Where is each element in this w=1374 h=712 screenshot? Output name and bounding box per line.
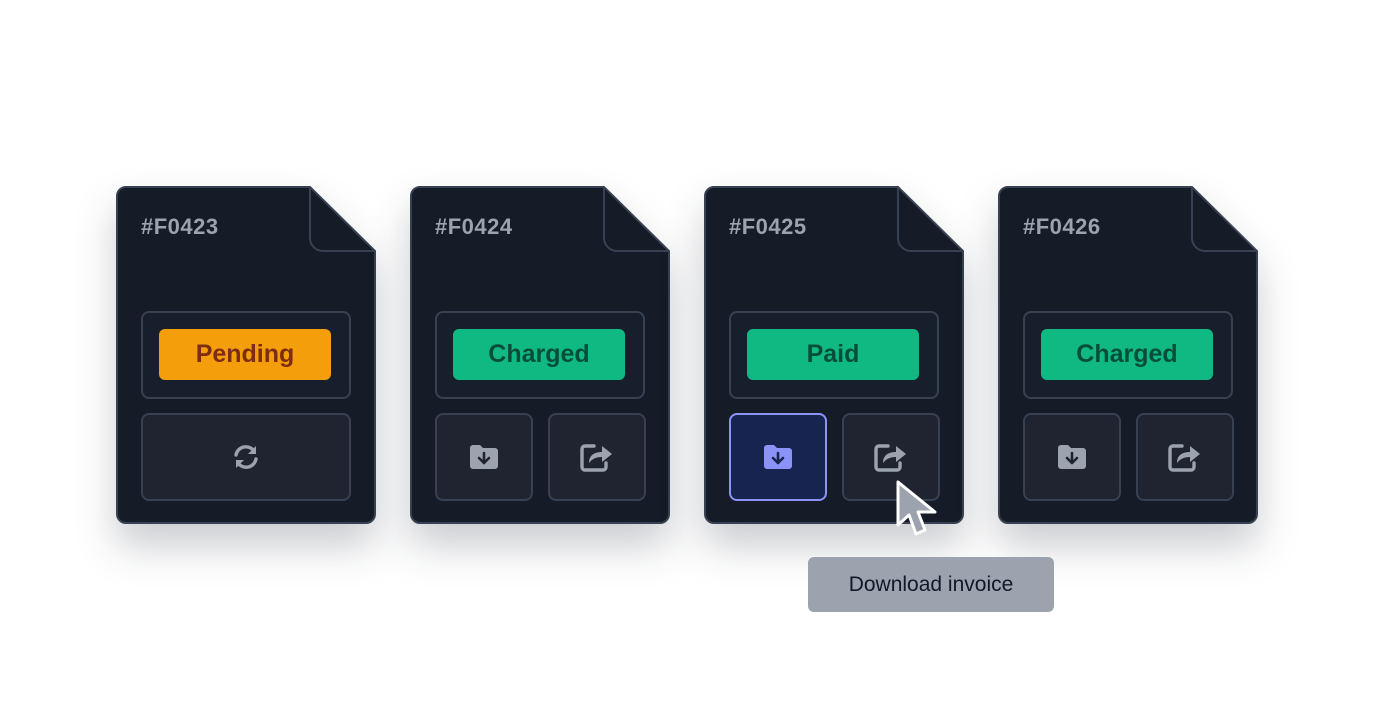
share-icon (874, 444, 906, 472)
invoice-card: #F0424 Charged (410, 186, 670, 524)
download-folder-icon (470, 445, 498, 469)
invoice-id: #F0426 (1023, 214, 1101, 239)
status-badge: Charged (1041, 329, 1213, 380)
refresh-button[interactable] (141, 413, 351, 501)
share-icon (1168, 444, 1200, 472)
status-container: Pending (141, 311, 351, 399)
download-folder-icon (1058, 445, 1086, 469)
invoice-id: #F0423 (141, 214, 219, 239)
mouse-cursor-icon (896, 480, 937, 536)
invoice-card: #F0426 Charged (998, 186, 1258, 524)
status-badge: Charged (453, 329, 625, 380)
share-button[interactable] (548, 413, 646, 501)
tooltip-text: Download invoice (848, 572, 1014, 596)
status-container: Charged (435, 311, 645, 399)
download-button[interactable] (729, 413, 827, 501)
status-badge: Paid (747, 329, 919, 380)
invoice-id: #F0424 (435, 214, 513, 239)
refresh-icon (234, 445, 258, 469)
share-icon (580, 444, 612, 472)
download-button[interactable] (1023, 413, 1121, 501)
download-folder-icon (764, 445, 792, 469)
invoice-card: #F0425 Paid (704, 186, 964, 524)
download-button[interactable] (435, 413, 533, 501)
status-container: Paid (729, 311, 939, 399)
share-button[interactable] (1136, 413, 1234, 501)
status-container: Charged (1023, 311, 1233, 399)
invoice-card: #F0423 Pending (116, 186, 376, 524)
status-badge: Pending (159, 329, 331, 380)
tooltip: Download invoice (808, 557, 1054, 612)
invoice-id: #F0425 (729, 214, 807, 239)
